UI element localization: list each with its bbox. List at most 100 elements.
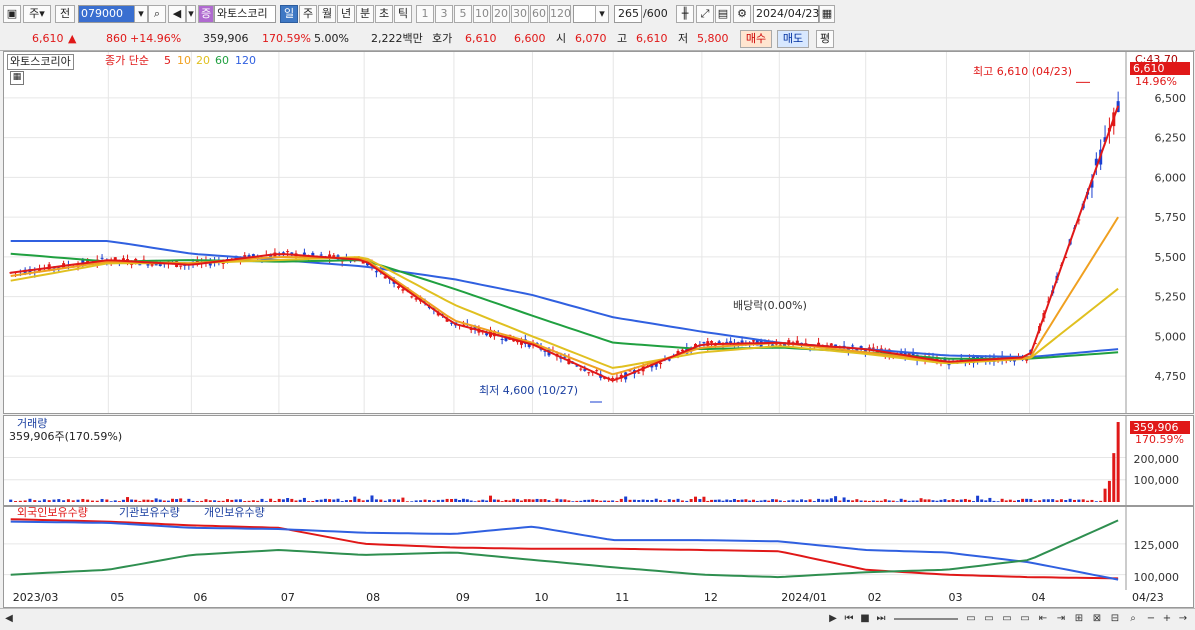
zoom-in-icon[interactable]: + bbox=[1160, 611, 1174, 627]
volume-bar bbox=[855, 499, 859, 502]
volume-bar bbox=[767, 500, 771, 502]
period-tick[interactable]: 틱 bbox=[394, 5, 412, 23]
zoom-out-icon[interactable]: − bbox=[1144, 611, 1158, 627]
prev-button[interactable]: 전 bbox=[55, 5, 75, 23]
volume-bar bbox=[943, 499, 947, 502]
volume-bar bbox=[302, 497, 306, 502]
volume-bar bbox=[370, 495, 374, 502]
volume-bar bbox=[1094, 501, 1098, 502]
candle-body bbox=[397, 286, 401, 288]
volume-bar bbox=[217, 500, 221, 502]
draw-tools-icon[interactable]: ⤢ bbox=[696, 5, 714, 23]
volume-bar bbox=[539, 499, 543, 502]
x-tick-label: 2024/01 bbox=[781, 591, 827, 604]
interval-dropdown[interactable]: ▾ bbox=[595, 5, 609, 23]
price-panel[interactable]: 6,500 6,250 6,000 5,750 5,500 5,250 5,000 4,750… bbox=[3, 51, 1194, 414]
volume-bar bbox=[721, 500, 725, 502]
min-60[interactable]: 60 bbox=[530, 5, 548, 23]
layout-3-icon[interactable]: ▭ bbox=[1018, 611, 1032, 627]
min-5[interactable]: 5 bbox=[454, 5, 472, 23]
volume-bar bbox=[171, 498, 175, 502]
speaker-dropdown[interactable]: ▾ bbox=[186, 5, 196, 23]
x-tick-label: 05 bbox=[110, 591, 125, 604]
volume-bar bbox=[607, 500, 611, 502]
avg-button[interactable]: 평 bbox=[816, 30, 834, 48]
volume-panel[interactable]: 거래량 359,906주(170.59%) 359,906 170.59% 20… bbox=[3, 415, 1194, 506]
window-menu-icon[interactable]: ▣ bbox=[3, 5, 21, 23]
volume-bar bbox=[838, 500, 842, 502]
stock-legend[interactable]: 와토스코리아 bbox=[7, 54, 74, 70]
min-1[interactable]: 1 bbox=[416, 5, 434, 23]
buy-button[interactable]: 매수 bbox=[740, 30, 772, 48]
min-20[interactable]: 20 bbox=[492, 5, 510, 23]
y-tick-label: 6,500 bbox=[1155, 92, 1187, 105]
scroll-right-icon[interactable]: ▶ bbox=[826, 611, 840, 627]
volume-tick-200k: 200,000 bbox=[1133, 453, 1180, 466]
scroll-left-icon[interactable]: ◀ bbox=[2, 611, 16, 627]
volume-bar bbox=[158, 499, 162, 502]
volume-bar bbox=[323, 498, 327, 502]
stop-icon[interactable]: ■ bbox=[858, 611, 872, 627]
volume-bar bbox=[907, 500, 911, 502]
date-input[interactable]: 2024/04/23 bbox=[753, 5, 819, 23]
volume-bar bbox=[379, 499, 383, 502]
candle-body bbox=[401, 289, 405, 291]
volume-bar bbox=[1055, 500, 1059, 502]
fit-icon[interactable]: ▭ bbox=[964, 611, 978, 627]
volume-bar bbox=[895, 501, 899, 502]
layout-2-icon[interactable]: ▭ bbox=[1000, 611, 1014, 627]
scroll-bar[interactable]: ◀ ▶ ⏮ ■ ⏭ ▭ ▭ ▭ ▭ ⇤ ⇥ ⊞ ⊠ ⊟ ⌕ − + → bbox=[0, 608, 1195, 630]
layout-7-icon[interactable]: ⊠ bbox=[1090, 611, 1104, 627]
layout-4-icon[interactable]: ⇤ bbox=[1036, 611, 1050, 627]
table-toggle-icon[interactable]: ▦ bbox=[10, 71, 24, 85]
min-30[interactable]: 30 bbox=[511, 5, 529, 23]
layout-5-icon[interactable]: ⇥ bbox=[1054, 611, 1068, 627]
volume-bar bbox=[465, 499, 469, 502]
volume-bar bbox=[996, 501, 1000, 502]
count-input[interactable]: 265 bbox=[614, 5, 642, 23]
last-icon[interactable]: ⏭ bbox=[874, 611, 888, 627]
code-dropdown[interactable]: ▾ bbox=[134, 5, 148, 23]
volume-bar bbox=[851, 500, 855, 502]
volume-bar bbox=[1072, 499, 1076, 502]
period-week[interactable]: 주 bbox=[299, 5, 317, 23]
x-tick-label: 2023/03 bbox=[12, 591, 59, 604]
period-day[interactable]: 일 bbox=[280, 5, 298, 23]
candle-body bbox=[871, 347, 875, 349]
market-select[interactable]: 주▾ bbox=[23, 5, 51, 23]
volume-bar bbox=[951, 499, 955, 502]
code-input[interactable]: 079000 bbox=[78, 5, 136, 23]
holding-panel[interactable]: 외국인보유수량 기관보유수량 개인보유수량 125,000 100,000 bbox=[3, 506, 1194, 591]
volume-bar bbox=[191, 500, 195, 502]
first-icon[interactable]: ⏮ bbox=[842, 611, 856, 627]
sell-button[interactable]: 매도 bbox=[777, 30, 809, 48]
min-10[interactable]: 10 bbox=[473, 5, 491, 23]
candle-type-icon[interactable]: ╫ bbox=[676, 5, 694, 23]
toolbar: ▣ 주▾ 전 079000 ▾ ⌕ ◀ ▾ 증 와토스코리 일 주 월 년 분 … bbox=[0, 0, 1195, 29]
layout-1-icon[interactable]: ▭ bbox=[982, 611, 996, 627]
volume-bar bbox=[771, 499, 775, 502]
settings-icon[interactable]: ⚙ bbox=[733, 5, 751, 23]
zoom-out-search-icon[interactable]: ⌕ bbox=[1126, 611, 1140, 627]
y-tick-label: 5,750 bbox=[1155, 211, 1187, 224]
save-icon[interactable]: ▤ bbox=[715, 5, 731, 23]
search-icon[interactable]: ⌕ bbox=[148, 5, 166, 23]
period-month[interactable]: 월 bbox=[318, 5, 336, 23]
period-sec[interactable]: 초 bbox=[375, 5, 393, 23]
period-min[interactable]: 분 bbox=[356, 5, 374, 23]
volume-bar bbox=[672, 499, 676, 502]
ma-line-120 bbox=[10, 240, 1119, 358]
zoom-slider[interactable] bbox=[894, 618, 958, 620]
calendar-icon[interactable]: ▦ bbox=[819, 5, 835, 23]
min-120[interactable]: 120 bbox=[549, 5, 571, 23]
volume-bar bbox=[86, 499, 90, 502]
layout-6-icon[interactable]: ⊞ bbox=[1072, 611, 1086, 627]
period-year[interactable]: 년 bbox=[337, 5, 355, 23]
layout-8-icon[interactable]: ⊟ bbox=[1108, 611, 1122, 627]
arrow-right-icon[interactable]: → bbox=[1176, 611, 1190, 627]
speaker-icon[interactable]: ◀ bbox=[168, 5, 186, 23]
holding-foreign-label: 외국인보유수량 bbox=[17, 506, 88, 519]
min-3[interactable]: 3 bbox=[435, 5, 453, 23]
volume-bar bbox=[1064, 499, 1068, 502]
volume-bar bbox=[204, 499, 208, 502]
